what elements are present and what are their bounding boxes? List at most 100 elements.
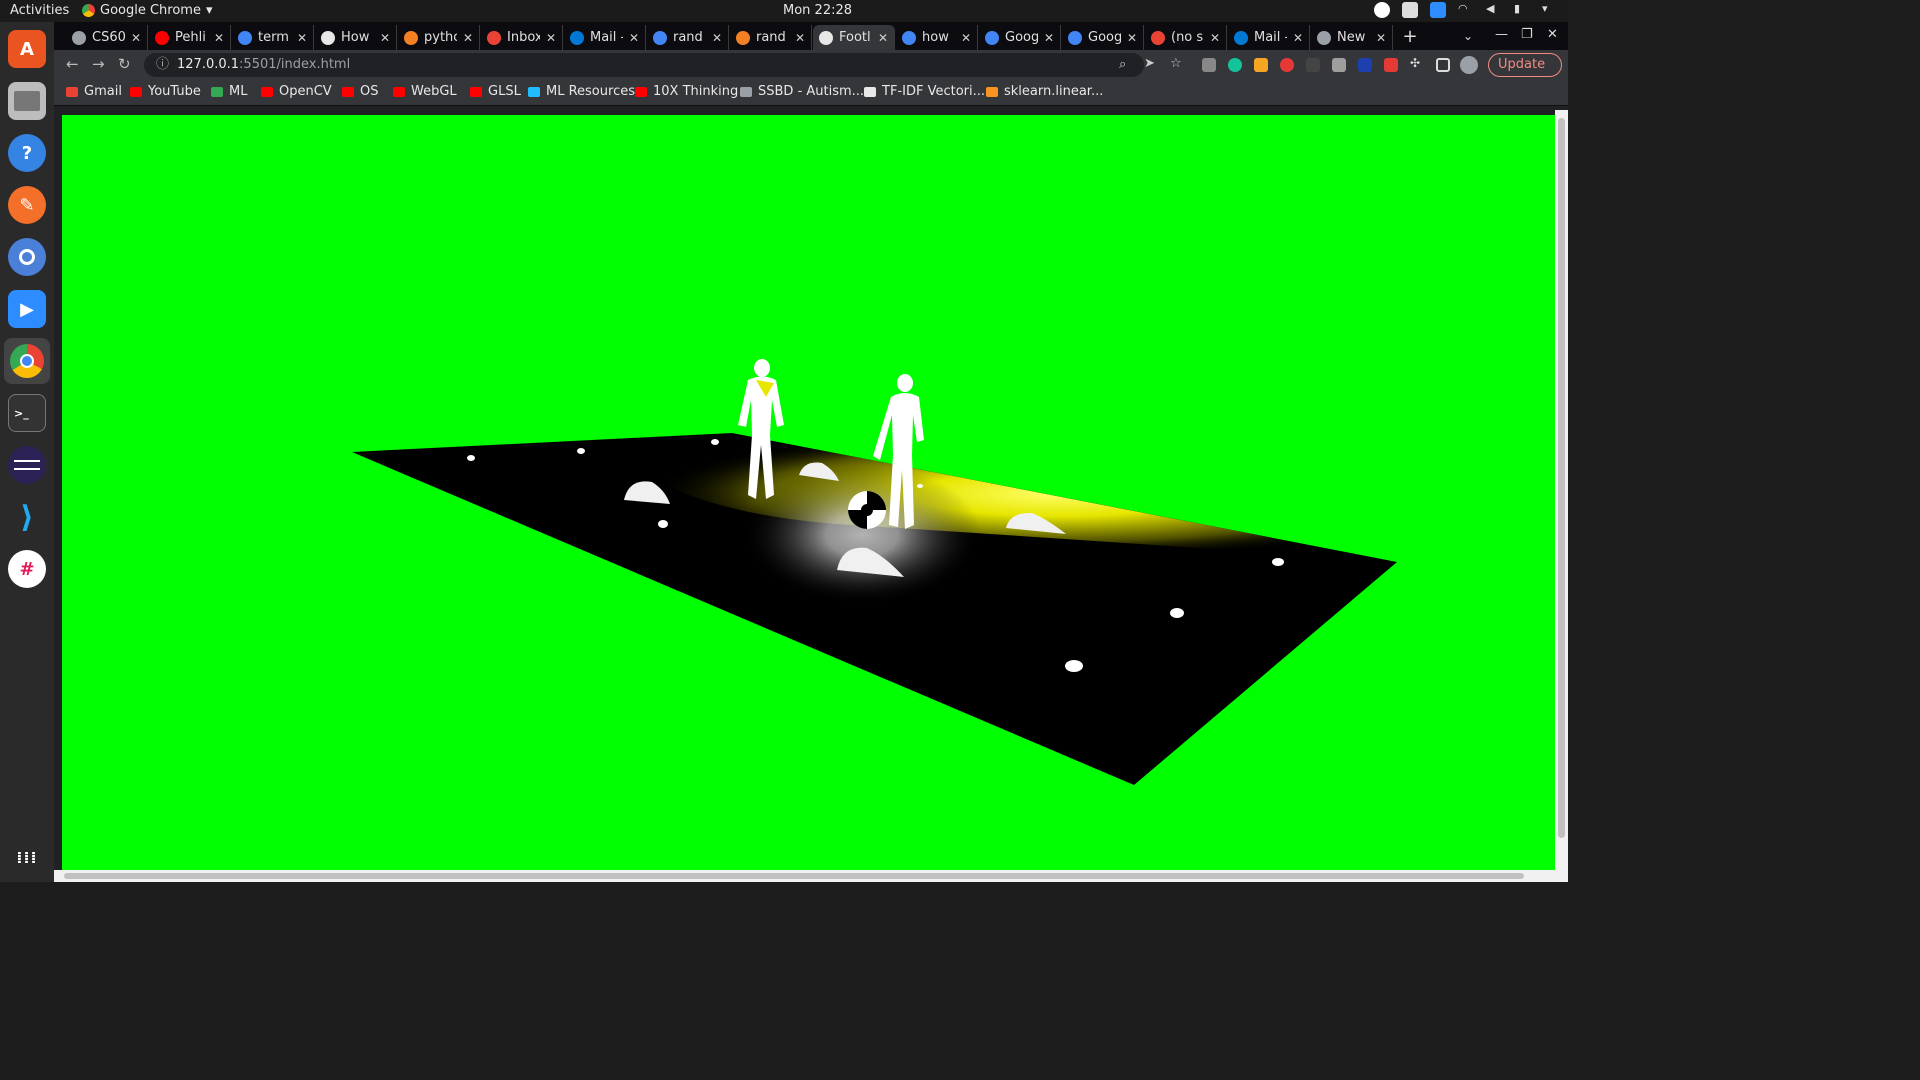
activities-button[interactable]: Activities <box>10 3 69 18</box>
chevron-down-icon[interactable]: ▾ <box>1542 2 1558 18</box>
browser-tab[interactable]: Goog ✕ <box>979 25 1061 50</box>
bookmark-item[interactable]: TF-IDF Vectori... <box>864 84 985 99</box>
tab-close-icon[interactable]: ✕ <box>795 31 805 45</box>
browser-tab[interactable]: rand ✕ <box>647 25 729 50</box>
extension-icon[interactable] <box>1358 58 1372 72</box>
browser-tab[interactable]: pytho ✕ <box>398 25 480 50</box>
tab-close-icon[interactable]: ✕ <box>961 31 971 45</box>
bookmark-item[interactable]: WebGL <box>393 84 457 99</box>
zoom-icon[interactable] <box>1430 2 1446 18</box>
tab-search-chevron-icon[interactable]: ⌄ <box>1458 26 1478 46</box>
extension-icon[interactable] <box>1280 58 1294 72</box>
vertical-scrollbar[interactable] <box>1555 110 1568 870</box>
bookmark-item[interactable]: sklearn.linear... <box>986 84 1103 99</box>
back-arrow-icon[interactable]: ← <box>66 55 79 73</box>
tab-close-icon[interactable]: ✕ <box>1210 31 1220 45</box>
send-icon[interactable]: ➤ <box>1144 56 1155 71</box>
tab-close-icon[interactable]: ✕ <box>214 31 224 45</box>
scrollbar-thumb[interactable] <box>1558 118 1565 838</box>
browser-tab[interactable]: CS60 ✕ <box>66 25 148 50</box>
webgl-canvas[interactable] <box>62 115 1555 871</box>
address-bar[interactable]: ⓘ 127.0.0.1:5501/index.html ⌕ <box>144 53 1144 77</box>
browser-tab[interactable]: rand ✕ <box>730 25 812 50</box>
bookmark-item[interactable]: 10X Thinking <box>635 84 738 99</box>
terminal-icon[interactable]: >_ <box>8 394 46 432</box>
bookmark-favicon-icon <box>342 86 354 97</box>
bookmark-item[interactable]: ML <box>211 84 247 99</box>
tab-close-icon[interactable]: ✕ <box>380 31 390 45</box>
bookmark-item[interactable]: Gmail <box>66 84 122 99</box>
wifi-icon[interactable]: ◠ <box>1458 2 1474 18</box>
browser-tab[interactable]: Mail - ✕ <box>564 25 646 50</box>
files-icon[interactable] <box>8 82 46 120</box>
tab-close-icon[interactable]: ✕ <box>1127 31 1137 45</box>
update-button[interactable]: Update ⋮ <box>1488 53 1562 94</box>
horizontal-scrollbar[interactable] <box>54 870 1568 882</box>
extension-icon[interactable] <box>1384 58 1398 72</box>
browser-tab[interactable]: Inbox ✕ <box>481 25 563 50</box>
bookmark-star-icon[interactable]: ☆ <box>1170 56 1182 71</box>
ubuntu-software-icon[interactable]: A <box>8 30 46 68</box>
extension-icon[interactable] <box>1332 58 1346 72</box>
pencil-app-icon[interactable]: ✎ <box>8 186 46 224</box>
tab-close-icon[interactable]: ✕ <box>1376 31 1386 45</box>
system-tray[interactable]: ◠ ◀ ▮ ▾ <box>1374 2 1558 18</box>
show-apps-grid-icon[interactable]: ⁞⁞⁞ <box>8 838 46 876</box>
bookmark-item[interactable]: OpenCV <box>261 84 332 99</box>
browser-tab[interactable]: term ✕ <box>232 25 314 50</box>
forward-arrow-icon[interactable]: → <box>92 55 105 73</box>
bookmark-item[interactable]: ML Resources <box>528 84 635 99</box>
grammarly-icon[interactable] <box>1228 58 1242 72</box>
browser-tab[interactable]: New ✕ <box>1311 25 1393 50</box>
zoom-magnifier-icon[interactable]: ⌕ <box>1119 53 1126 77</box>
clock[interactable]: Mon 22:28 <box>783 3 852 18</box>
new-tab-button[interactable]: + <box>1399 26 1421 48</box>
eclipse-icon[interactable] <box>8 446 46 484</box>
puzzle-icon[interactable]: ✣ <box>1410 56 1424 70</box>
bookmark-label: Gmail <box>84 84 122 99</box>
tab-close-icon[interactable]: ✕ <box>629 31 639 45</box>
bookmark-item[interactable]: GLSL <box>470 84 521 99</box>
profile-avatar-icon[interactable] <box>1460 56 1478 74</box>
close-window-icon[interactable]: ✕ <box>1547 27 1558 42</box>
restore-icon[interactable]: ❐ <box>1521 27 1533 42</box>
chromium-icon[interactable] <box>8 238 46 276</box>
reload-icon[interactable]: ↻ <box>118 55 131 73</box>
browser-tab[interactable]: Goog ✕ <box>1062 25 1144 50</box>
extension-icon[interactable] <box>1306 58 1320 72</box>
zoom-icon[interactable]: ▶ <box>8 290 46 328</box>
tab-close-icon[interactable]: ✕ <box>463 31 473 45</box>
bookmark-label: GLSL <box>488 84 521 99</box>
extension-icon[interactable] <box>1254 58 1268 72</box>
side-panel-icon[interactable] <box>1436 58 1450 72</box>
tab-close-icon[interactable]: ✕ <box>1293 31 1303 45</box>
browser-tab[interactable]: how ✕ <box>896 25 978 50</box>
tab-close-icon[interactable]: ✕ <box>712 31 722 45</box>
skype-icon[interactable] <box>1374 2 1390 18</box>
app-menu[interactable]: Google Chrome ▾ <box>82 3 213 18</box>
browser-tab[interactable]: Mail - ✕ <box>1228 25 1310 50</box>
help-icon[interactable]: ? <box>8 134 46 172</box>
tab-close-icon[interactable]: ✕ <box>131 31 141 45</box>
browser-tab[interactable]: (no s ✕ <box>1145 25 1227 50</box>
scrollbar-thumb[interactable] <box>64 873 1524 879</box>
slack-icon[interactable] <box>1402 2 1418 18</box>
browser-tab[interactable]: Footl ✕ <box>813 25 895 50</box>
tab-close-icon[interactable]: ✕ <box>546 31 556 45</box>
browser-tab[interactable]: Pehli ✕ <box>149 25 231 50</box>
tab-close-icon[interactable]: ✕ <box>878 31 888 45</box>
vscode-icon[interactable]: ⟩ <box>8 498 46 536</box>
slack-icon[interactable]: # <box>8 550 46 588</box>
extension-icon[interactable] <box>1202 58 1216 72</box>
browser-tab[interactable]: How ✕ <box>315 25 397 50</box>
tab-close-icon[interactable]: ✕ <box>297 31 307 45</box>
battery-icon[interactable]: ▮ <box>1514 2 1530 18</box>
bookmark-item[interactable]: SSBD - Autism... <box>740 84 864 99</box>
minimize-icon[interactable]: — <box>1495 27 1508 42</box>
bookmark-item[interactable]: YouTube <box>130 84 201 99</box>
tab-close-icon[interactable]: ✕ <box>1044 31 1054 45</box>
info-icon[interactable]: ⓘ <box>156 57 169 72</box>
google-chrome-icon[interactable] <box>4 338 50 384</box>
bookmark-item[interactable]: OS <box>342 84 378 99</box>
volume-icon[interactable]: ◀ <box>1486 2 1502 18</box>
